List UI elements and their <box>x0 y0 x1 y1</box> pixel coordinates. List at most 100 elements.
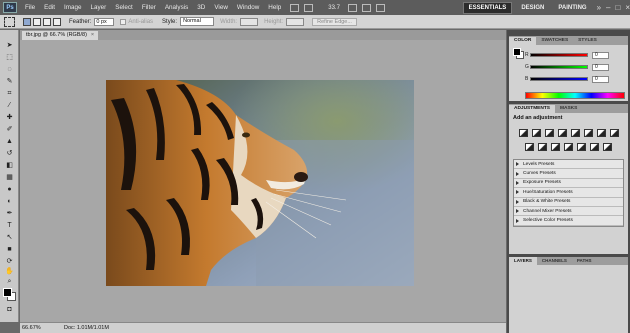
menu-filter[interactable]: Filter <box>142 4 156 11</box>
tab-paths[interactable]: PATHS <box>572 257 597 265</box>
menu-select[interactable]: Select <box>115 4 133 11</box>
hue-saturation-icon[interactable] <box>583 129 593 137</box>
selective-color-icon[interactable] <box>603 143 612 151</box>
zoom-tool-icon[interactable]: ⌕ <box>4 278 15 285</box>
preset-selective-color[interactable]: Selective Color Presets <box>514 216 623 226</box>
antialias-checkbox[interactable] <box>120 18 127 25</box>
mini-bridge-icon[interactable] <box>304 3 314 12</box>
workspace-painting[interactable]: PAINTING <box>553 3 591 13</box>
blue-value[interactable]: 0 <box>592 75 609 83</box>
preset-curves[interactable]: Curves Presets <box>514 169 623 179</box>
color-balance-icon[interactable] <box>596 129 606 137</box>
curves-icon[interactable] <box>544 129 554 137</box>
black-white-icon[interactable] <box>609 129 619 137</box>
add-selection-icon[interactable] <box>33 17 41 26</box>
exposure-icon[interactable] <box>557 129 567 137</box>
close-document-icon[interactable]: × <box>91 32 94 38</box>
layers-panel[interactable] <box>509 265 628 333</box>
3d-rotate-icon[interactable]: ⟳ <box>4 258 15 265</box>
preset-levels[interactable]: Levels Presets <box>514 160 623 170</box>
preset-black-white[interactable]: Black & White Presets <box>514 198 623 207</box>
posterize-icon[interactable] <box>564 143 573 151</box>
move-tool-icon[interactable]: ➤ <box>4 42 15 49</box>
canvas-area[interactable] <box>20 40 506 322</box>
screen-mode-icon[interactable] <box>375 3 385 12</box>
preset-channel-mixer[interactable]: Channel Mixer Presets <box>514 207 623 217</box>
color-spectrum[interactable] <box>525 92 625 99</box>
menu-help[interactable]: Help <box>268 4 281 11</box>
tiger-photo[interactable] <box>106 80 414 286</box>
green-value[interactable]: 0 <box>592 63 609 71</box>
menu-edit[interactable]: Edit <box>44 4 55 11</box>
tab-styles[interactable]: STYLES <box>573 37 602 45</box>
preset-hue-saturation[interactable]: Hue/Saturation Presets <box>514 188 623 198</box>
blur-tool-icon[interactable]: ● <box>4 186 15 193</box>
menu-view[interactable]: View <box>214 4 228 11</box>
preset-exposure[interactable]: Exposure Presets <box>514 179 623 189</box>
brush-tool-icon[interactable]: ✐ <box>4 126 15 133</box>
channel-mixer-icon[interactable] <box>538 143 547 151</box>
tab-layers[interactable]: LAYERS <box>509 257 537 265</box>
gradient-tool-icon[interactable]: ▦ <box>4 174 15 181</box>
color-panel-foreground-swatch[interactable] <box>513 48 521 56</box>
healing-brush-icon[interactable]: ✚ <box>4 114 15 121</box>
threshold-icon[interactable] <box>577 143 586 151</box>
style-select[interactable]: Normal <box>180 17 215 26</box>
menu-3d[interactable]: 3D <box>197 4 205 11</box>
dodge-tool-icon[interactable]: ◐ <box>4 198 15 205</box>
gradient-map-icon[interactable] <box>590 143 599 151</box>
eraser-tool-icon[interactable]: ◧ <box>4 162 15 169</box>
tab-swatches[interactable]: SWATCHES <box>536 37 573 45</box>
red-value[interactable]: 0 <box>592 51 609 59</box>
blue-slider[interactable] <box>530 77 588 81</box>
maximize-icon[interactable]: □ <box>615 3 620 12</box>
eyedropper-tool-icon[interactable]: ⁄ <box>4 102 15 109</box>
tab-color[interactable]: COLOR <box>509 37 537 45</box>
menu-window[interactable]: Window <box>237 4 259 11</box>
refine-edge-button[interactable]: Refine Edge... <box>312 17 357 26</box>
crop-tool-icon[interactable]: ⌗ <box>4 90 15 97</box>
green-slider[interactable] <box>530 65 588 69</box>
hand-tool-icon[interactable]: ✋ <box>4 268 15 275</box>
vibrance-icon[interactable] <box>570 129 580 137</box>
path-selection-icon[interactable]: ↖ <box>4 234 15 241</box>
lasso-tool-icon[interactable]: ◌ <box>4 66 15 73</box>
pen-tool-icon[interactable]: ✒ <box>4 210 15 217</box>
workspace-essentials[interactable]: ESSENTIALS <box>462 1 513 14</box>
new-selection-icon[interactable] <box>23 17 31 26</box>
menu-analysis[interactable]: Analysis <box>165 4 188 11</box>
document-tab[interactable]: tbr.jpg @ 66.7% (RGB/8) × <box>22 31 99 40</box>
bridge-icon[interactable] <box>290 3 300 12</box>
history-brush-icon[interactable]: ↺ <box>4 150 15 157</box>
menu-image[interactable]: Image <box>64 4 82 11</box>
menu-layer[interactable]: Layer <box>91 4 107 11</box>
minimize-icon[interactable]: – <box>606 3 610 12</box>
type-tool-icon[interactable]: T <box>4 222 15 229</box>
intersect-selection-icon[interactable] <box>53 17 61 26</box>
quick-mask-icon[interactable]: ◘ <box>4 306 15 313</box>
invert-icon[interactable] <box>551 143 560 151</box>
quick-selection-icon[interactable]: ✎ <box>4 78 15 85</box>
foreground-color-swatch[interactable] <box>3 288 12 297</box>
close-icon[interactable]: × <box>625 3 630 12</box>
subtract-selection-icon[interactable] <box>43 17 51 26</box>
clone-stamp-icon[interactable]: ▲ <box>4 138 15 145</box>
marquee-tool-preset-icon[interactable] <box>4 16 15 27</box>
menu-file[interactable]: File <box>25 4 35 11</box>
status-zoom[interactable]: 66.67% <box>20 325 44 331</box>
tab-adjustments[interactable]: ADJUSTMENTS <box>509 105 555 113</box>
tab-masks[interactable]: MASKS <box>555 105 582 113</box>
tab-channels[interactable]: CHANNELS <box>537 257 572 265</box>
hand-tool-icon[interactable] <box>347 3 357 12</box>
marquee-tool-icon[interactable]: ⬚ <box>4 54 15 61</box>
zoom-level[interactable]: 33.7 <box>328 5 340 11</box>
photo-filter-icon[interactable] <box>525 143 534 151</box>
workspace-design[interactable]: DESIGN <box>516 3 549 13</box>
levels-icon[interactable] <box>531 129 541 137</box>
arrange-documents-icon[interactable] <box>361 3 371 12</box>
feather-input[interactable]: 0 px <box>94 17 115 26</box>
shape-tool-icon[interactable]: ■ <box>4 246 15 253</box>
brightness-contrast-icon[interactable] <box>518 129 528 137</box>
more-workspaces-icon[interactable]: » <box>597 3 601 12</box>
red-slider[interactable] <box>530 53 588 57</box>
